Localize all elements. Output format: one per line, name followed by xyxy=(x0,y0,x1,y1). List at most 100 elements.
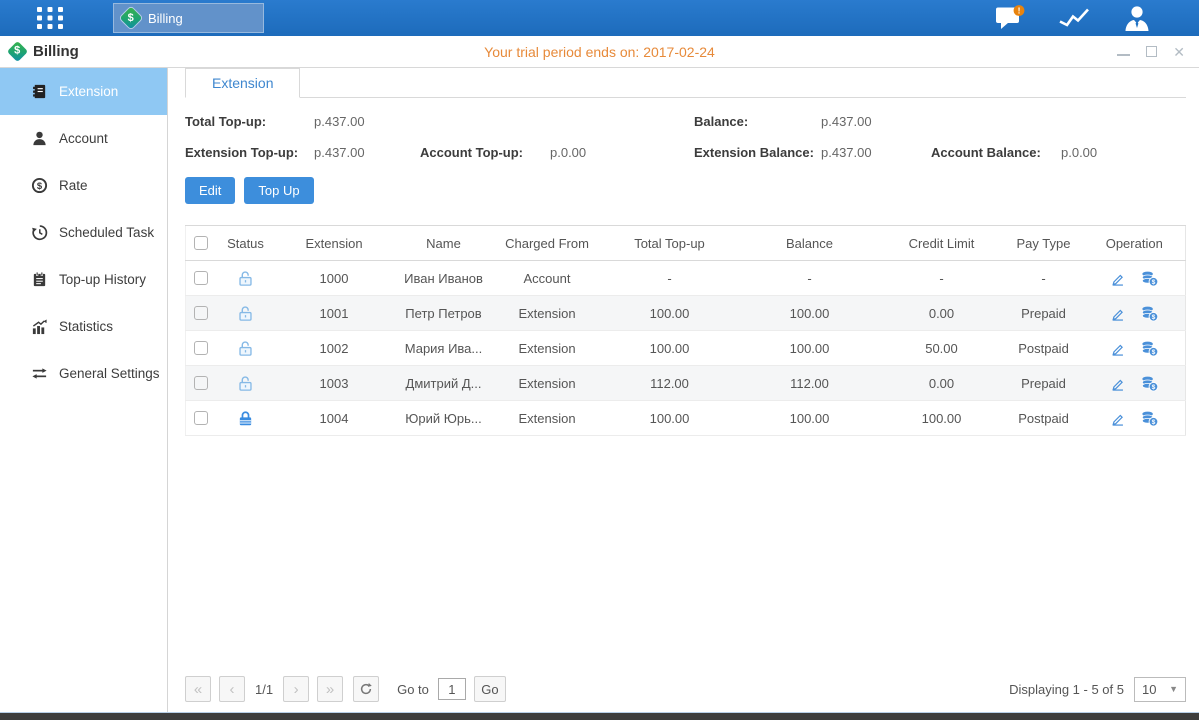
taskbar-tab-billing[interactable]: $ Billing xyxy=(113,3,264,33)
row-checkbox[interactable] xyxy=(194,306,208,320)
cell-charged-from: Extension xyxy=(495,296,600,331)
chat-icon[interactable]: ! xyxy=(995,5,1025,31)
extension-table: StatusExtensionNameCharged FromTotal Top… xyxy=(185,225,1186,436)
column-header: Status xyxy=(216,226,276,261)
app-grid-icon[interactable] xyxy=(36,6,66,35)
cell-balance: 100.00 xyxy=(740,296,880,331)
top-up-button[interactable]: Top Up xyxy=(244,177,313,204)
top-up-icon[interactable]: $ xyxy=(1140,305,1159,322)
cell-credit-limit: 0.00 xyxy=(880,366,1004,401)
sidebar: Extension Account $ Rate Scheduled Task xyxy=(0,68,168,712)
sidebar-item-label: Scheduled Task xyxy=(59,225,154,240)
tab-extension[interactable]: Extension xyxy=(185,68,300,98)
edit-button[interactable]: Edit xyxy=(185,177,235,204)
column-header: Extension xyxy=(276,226,393,261)
tab-strip: Extension xyxy=(185,68,1186,98)
sidebar-item-rate[interactable]: $ Rate xyxy=(0,162,167,209)
pagination-bar: « ‹ 1/1 › » Go to Go Displaying 1 - 5 of… xyxy=(185,676,1186,712)
cell-credit-limit: - xyxy=(880,261,1004,296)
summary-value: p.0.00 xyxy=(550,145,694,160)
sidebar-item-extension[interactable]: Extension xyxy=(0,68,167,115)
user-icon[interactable] xyxy=(1123,5,1151,31)
cell-total-top-up: 100.00 xyxy=(600,331,740,366)
cell-extension: 1002 xyxy=(276,331,393,366)
last-page-button[interactable]: » xyxy=(317,676,343,702)
chart-icon[interactable] xyxy=(1058,6,1090,30)
table-row[interactable]: 1002 Мария Ива... Extension 100.00 100.0… xyxy=(186,331,1186,366)
top-up-icon[interactable]: $ xyxy=(1140,340,1159,357)
page-size-value: 10 xyxy=(1142,682,1156,697)
table-row[interactable]: 1004 Юрий Юрь... Extension 100.00 100.00… xyxy=(186,401,1186,436)
summary-value: p.437.00 xyxy=(314,145,420,160)
cell-pay-type: Postpaid xyxy=(1004,401,1084,436)
status-lock-icon xyxy=(237,410,254,427)
summary-value: p.0.00 xyxy=(1061,145,1186,160)
table-row[interactable]: 1003 Дмитрий Д... Extension 112.00 112.0… xyxy=(186,366,1186,401)
window-title: $ Billing xyxy=(10,43,79,60)
notepad-icon xyxy=(31,271,48,288)
sidebar-item-topup-history[interactable]: Top-up History xyxy=(0,256,167,303)
summary-label: Account Balance: xyxy=(931,145,1061,160)
column-header: Balance xyxy=(740,226,880,261)
go-button[interactable]: Go xyxy=(474,676,506,702)
column-header: Operation xyxy=(1084,226,1186,261)
select-all-checkbox[interactable] xyxy=(194,236,208,250)
go-to-page-input[interactable] xyxy=(438,678,466,700)
sidebar-item-scheduled-task[interactable]: Scheduled Task xyxy=(0,209,167,256)
sidebar-item-general-settings[interactable]: General Settings xyxy=(0,350,167,397)
cell-charged-from: Extension xyxy=(495,331,600,366)
cell-name: Дмитрий Д... xyxy=(393,366,495,401)
sidebar-item-account[interactable]: Account xyxy=(0,115,167,162)
table-row[interactable]: 1000 Иван Иванов Account - - - - xyxy=(186,261,1186,296)
summary-value: p.437.00 xyxy=(821,114,931,129)
billing-diamond-icon: $ xyxy=(120,7,143,30)
top-up-icon[interactable]: $ xyxy=(1140,375,1159,392)
cell-pay-type: Prepaid xyxy=(1004,366,1084,401)
close-icon[interactable]: ✕ xyxy=(1173,45,1185,59)
prev-page-button[interactable]: ‹ xyxy=(219,676,245,702)
minimize-icon[interactable] xyxy=(1117,45,1130,59)
contacts-book-icon xyxy=(31,83,48,100)
page-indicator: 1/1 xyxy=(255,682,273,697)
svg-text:$: $ xyxy=(1151,279,1155,286)
refresh-button[interactable] xyxy=(353,676,379,702)
row-checkbox[interactable] xyxy=(194,271,208,285)
status-lock-icon xyxy=(237,270,254,287)
displaying-text: Displaying 1 - 5 of 5 xyxy=(1009,682,1124,697)
sidebar-item-label: Account xyxy=(59,131,108,146)
edit-icon[interactable] xyxy=(1110,411,1125,426)
edit-icon[interactable] xyxy=(1110,271,1125,286)
row-checkbox[interactable] xyxy=(194,411,208,425)
balance-summary: Total Top-up: p.437.00 Balance: p.437.00… xyxy=(185,114,1186,160)
svg-text:$: $ xyxy=(1151,419,1155,426)
top-up-icon[interactable]: $ xyxy=(1140,410,1159,427)
cell-total-top-up: - xyxy=(600,261,740,296)
cell-name: Мария Ива... xyxy=(393,331,495,366)
cell-credit-limit: 50.00 xyxy=(880,331,1004,366)
cell-total-top-up: 112.00 xyxy=(600,366,740,401)
maximize-icon[interactable] xyxy=(1146,45,1157,59)
svg-text:$: $ xyxy=(1151,384,1155,391)
edit-icon[interactable] xyxy=(1110,341,1125,356)
sidebar-item-label: General Settings xyxy=(59,366,160,381)
row-checkbox[interactable] xyxy=(194,341,208,355)
column-header: Pay Type xyxy=(1004,226,1084,261)
top-up-icon[interactable]: $ xyxy=(1140,270,1159,287)
cell-charged-from: Extension xyxy=(495,366,600,401)
table-row[interactable]: 1001 Петр Петров Extension 100.00 100.00… xyxy=(186,296,1186,331)
column-header: Total Top-up xyxy=(600,226,740,261)
page-size-select[interactable]: 10 ▼ xyxy=(1134,677,1186,702)
cell-total-top-up: 100.00 xyxy=(600,296,740,331)
extension-table-body: 1000 Иван Иванов Account - - - - xyxy=(186,261,1186,436)
window-bottom-edge xyxy=(0,712,1199,720)
sidebar-item-label: Extension xyxy=(59,84,118,99)
next-page-button[interactable]: › xyxy=(283,676,309,702)
row-checkbox[interactable] xyxy=(194,376,208,390)
sidebar-item-statistics[interactable]: Statistics xyxy=(0,303,167,350)
status-lock-icon xyxy=(237,340,254,357)
cell-pay-type: - xyxy=(1004,261,1084,296)
edit-icon[interactable] xyxy=(1110,306,1125,321)
first-page-button[interactable]: « xyxy=(185,676,211,702)
edit-icon[interactable] xyxy=(1110,376,1125,391)
summary-value: p.437.00 xyxy=(821,145,931,160)
